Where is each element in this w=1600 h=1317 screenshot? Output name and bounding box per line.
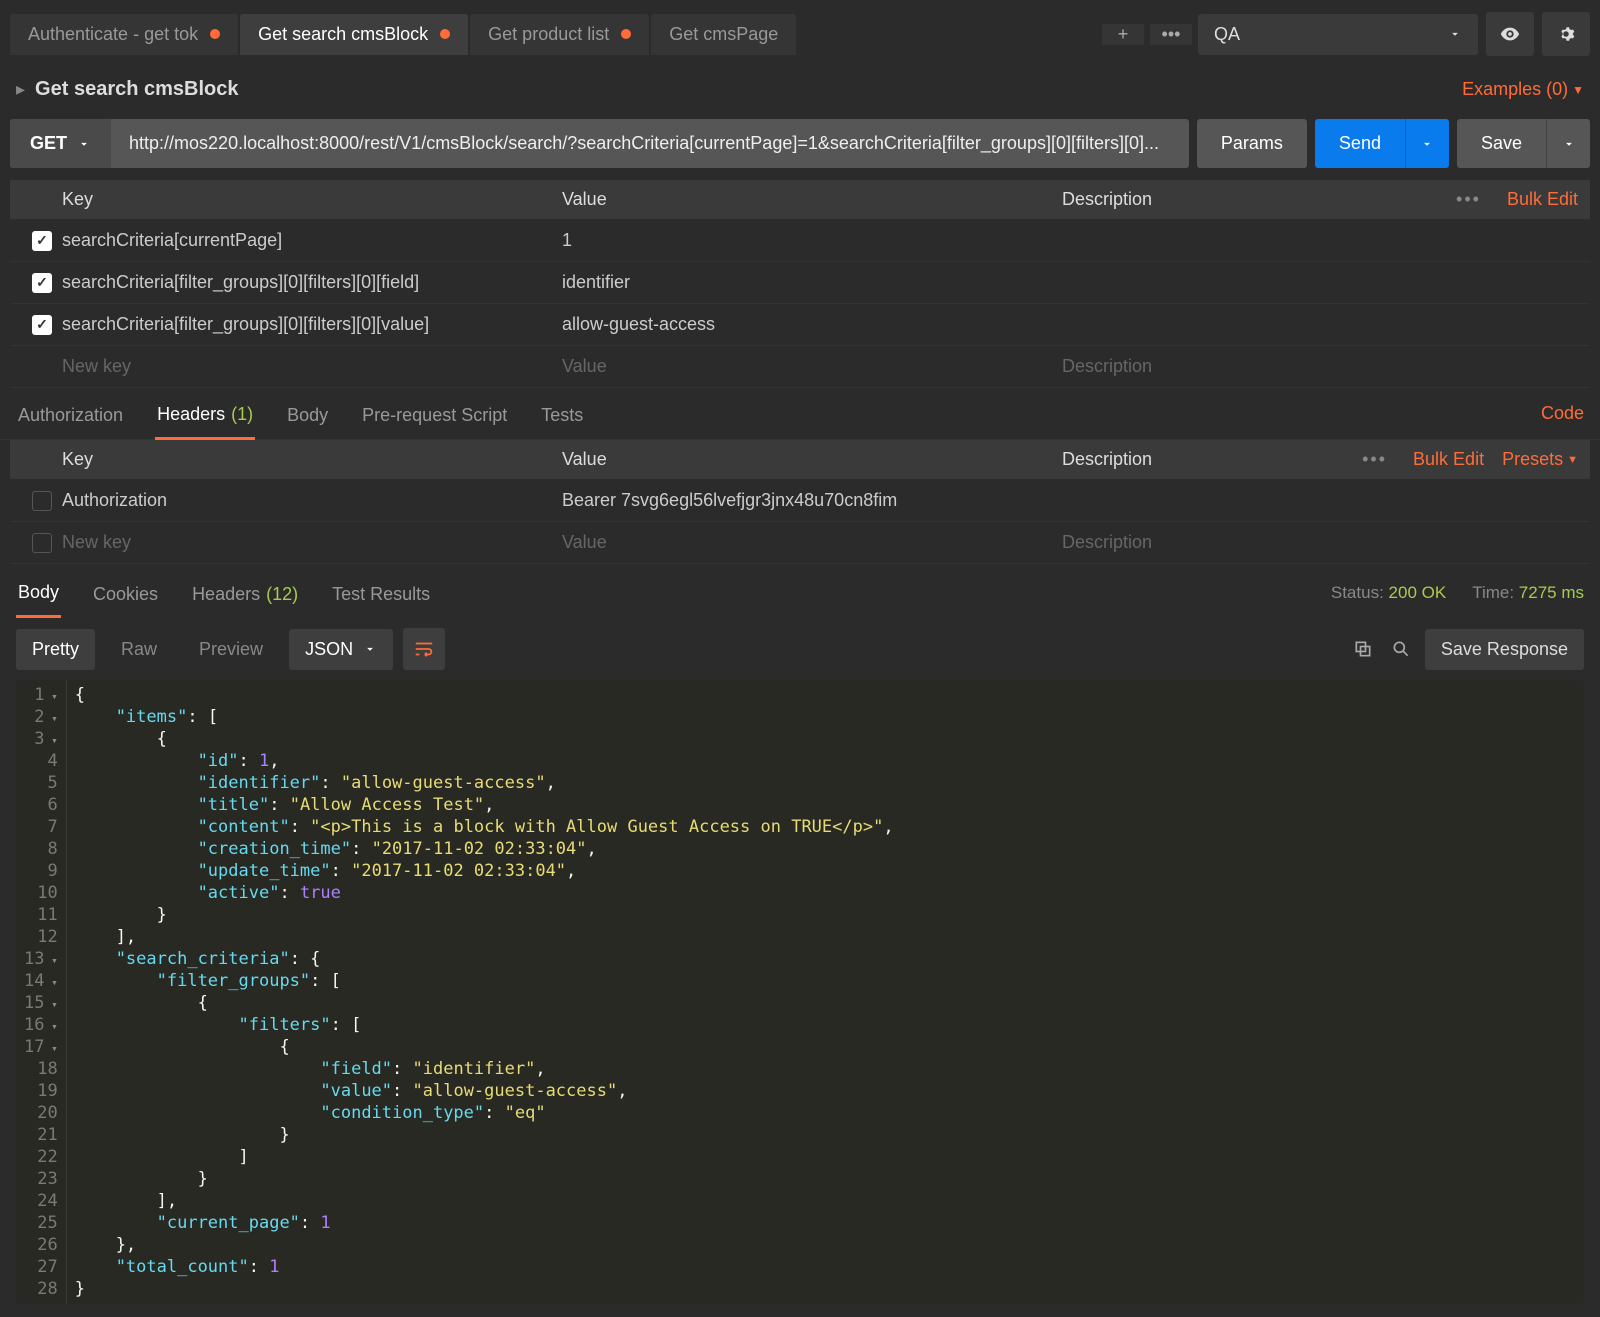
checkbox[interactable]: ✓ — [32, 315, 52, 335]
request-tab[interactable]: Get product list — [470, 14, 649, 55]
save-options-button[interactable] — [1546, 119, 1590, 168]
response-tab-body[interactable]: Body — [16, 578, 61, 618]
param-key[interactable]: searchCriteria[currentPage] — [62, 230, 562, 251]
response-body-viewer[interactable]: 1234567891011121314151617181920212223242… — [16, 680, 1584, 1304]
response-tab-test-results[interactable]: Test Results — [330, 580, 432, 617]
environment-quicklook-button[interactable] — [1486, 12, 1534, 56]
save-button[interactable]: Save — [1457, 119, 1546, 168]
params-more-button[interactable]: ••• — [1448, 189, 1489, 210]
unsaved-dot-icon — [440, 29, 450, 39]
settings-button[interactable] — [1542, 12, 1590, 56]
param-key[interactable]: searchCriteria[filter_groups][0][filters… — [62, 272, 562, 293]
code-link[interactable]: Code — [1541, 403, 1584, 436]
wrap-icon — [413, 638, 435, 660]
save-response-button[interactable]: Save Response — [1425, 629, 1584, 670]
unsaved-dot-icon — [621, 29, 631, 39]
param-value[interactable]: allow-guest-access — [562, 314, 1062, 335]
request-tab[interactable]: Authenticate - get tok — [10, 14, 238, 55]
request-tab[interactable]: Get cmsPage — [651, 14, 796, 55]
tab-body[interactable]: Body — [285, 401, 330, 438]
table-row: ✓ searchCriteria[filter_groups][0][filter… — [10, 304, 1590, 346]
column-header-key: Key — [62, 449, 562, 470]
column-header-value: Value — [562, 189, 1062, 210]
param-key[interactable]: searchCriteria[filter_groups][0][filters… — [62, 314, 562, 335]
checkbox[interactable]: ✓ — [32, 273, 52, 293]
chevron-down-icon — [1420, 137, 1434, 151]
eye-icon — [1499, 23, 1521, 45]
new-description-input[interactable]: Description — [1062, 532, 1152, 553]
gear-icon — [1555, 23, 1577, 45]
method-select[interactable]: GET — [10, 119, 111, 168]
table-row: ✓ searchCriteria[filter_groups][0][filter… — [10, 262, 1590, 304]
param-value[interactable]: identifier — [562, 272, 1062, 293]
chevron-down-icon — [1448, 27, 1462, 41]
new-description-input[interactable]: Description — [1062, 356, 1152, 377]
format-select[interactable]: JSON — [289, 629, 393, 670]
chevron-down-icon — [1562, 137, 1576, 151]
examples-link[interactable]: Examples (0) ▼ — [1462, 79, 1584, 100]
bulk-edit-link[interactable]: Bulk Edit — [1413, 449, 1484, 470]
chevron-down-icon — [363, 642, 377, 656]
tab-headers[interactable]: Headers (1) — [155, 400, 255, 440]
send-options-button[interactable] — [1405, 119, 1449, 168]
column-header-key: Key — [62, 189, 562, 210]
bulk-edit-link[interactable]: Bulk Edit — [1507, 189, 1578, 210]
copy-icon — [1353, 639, 1373, 659]
caret-right-icon[interactable]: ▸ — [16, 79, 25, 100]
request-tabs: Authenticate - get tokGet search cmsBloc… — [10, 14, 1096, 55]
tab-authorization[interactable]: Authorization — [16, 401, 125, 438]
tab-tests[interactable]: Tests — [539, 401, 585, 438]
request-name: Get search cmsBlock — [35, 78, 238, 101]
status-value: 200 OK — [1389, 583, 1447, 602]
column-header-description: Description — [1062, 449, 1152, 470]
headers-more-button[interactable]: ••• — [1354, 449, 1395, 470]
header-value[interactable]: Bearer 7svg6egl56lvefjgr3jnx48u70cn8fim — [562, 490, 1062, 511]
tabs-overflow-button[interactable]: ••• — [1150, 24, 1192, 45]
environment-select[interactable]: QA — [1198, 14, 1478, 55]
params-button[interactable]: Params — [1197, 119, 1307, 168]
status-label: Status: — [1331, 583, 1384, 602]
unsaved-dot-icon — [210, 29, 220, 39]
search-icon — [1391, 639, 1411, 659]
header-key[interactable]: Authorization — [62, 490, 562, 511]
caret-down-icon: ▼ — [1572, 83, 1584, 97]
time-label: Time: — [1472, 583, 1514, 602]
checkbox[interactable] — [32, 533, 52, 553]
new-tab-button[interactable]: + — [1102, 24, 1144, 45]
view-mode-pretty[interactable]: Pretty — [16, 629, 95, 670]
column-header-description: Description — [1062, 189, 1152, 210]
view-mode-preview[interactable]: Preview — [183, 629, 279, 670]
copy-button[interactable] — [1349, 635, 1377, 663]
wrap-toggle-button[interactable] — [403, 628, 445, 670]
presets-link[interactable]: Presets▼ — [1502, 449, 1578, 470]
new-key-input[interactable]: New key — [62, 532, 562, 553]
url-input[interactable] — [111, 119, 1189, 168]
send-button[interactable]: Send — [1315, 119, 1405, 168]
response-tab-headers[interactable]: Headers (12) — [190, 580, 300, 617]
param-value[interactable]: 1 — [562, 230, 1062, 251]
time-value: 7275 ms — [1519, 583, 1584, 602]
column-header-value: Value — [562, 449, 1062, 470]
response-tab-cookies[interactable]: Cookies — [91, 580, 160, 617]
environment-label: QA — [1214, 24, 1240, 45]
search-button[interactable] — [1387, 635, 1415, 663]
table-row: ✓ searchCriteria[currentPage]1 — [10, 220, 1590, 262]
checkbox[interactable] — [32, 491, 52, 511]
checkbox[interactable]: ✓ — [32, 231, 52, 251]
new-key-input[interactable]: New key — [62, 356, 562, 377]
request-tab[interactable]: Get search cmsBlock — [240, 14, 468, 55]
view-mode-raw[interactable]: Raw — [105, 629, 173, 670]
table-row: AuthorizationBearer 7svg6egl56lvefjgr3jn… — [10, 480, 1590, 522]
new-value-input[interactable]: Value — [562, 532, 1062, 553]
chevron-down-icon — [77, 137, 91, 151]
tab-prerequest[interactable]: Pre-request Script — [360, 401, 509, 438]
new-value-input[interactable]: Value — [562, 356, 1062, 377]
